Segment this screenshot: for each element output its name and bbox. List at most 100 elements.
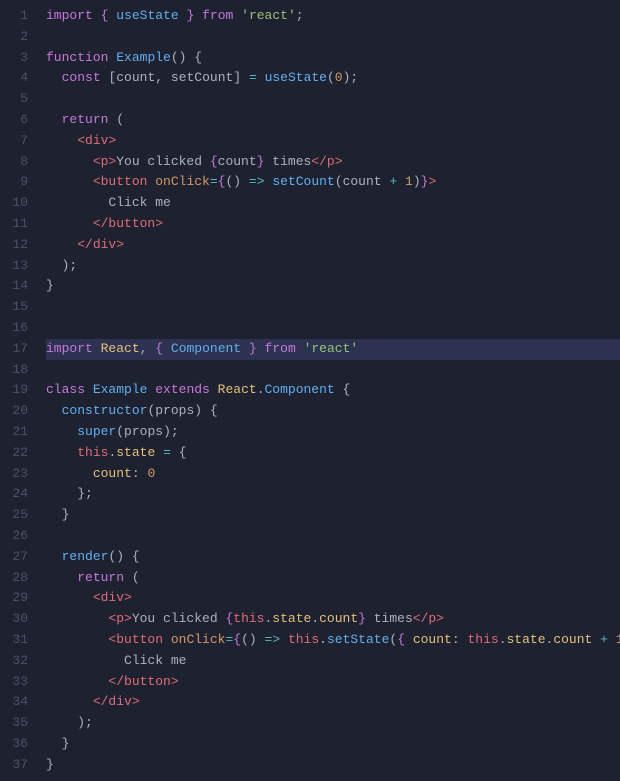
- plain-token: props: [124, 424, 163, 439]
- line-number: 21: [0, 422, 38, 443]
- punct-token: .: [319, 632, 327, 647]
- code-line: import { useState } from 'react';: [46, 6, 620, 27]
- brace-token: {: [397, 632, 405, 647]
- jsx-tag-token: <div>: [77, 133, 116, 148]
- code-line: [46, 526, 620, 547]
- plain-token: [46, 70, 62, 85]
- code-line: }: [46, 755, 620, 776]
- this-kw-token: this: [288, 632, 319, 647]
- plain-token: You clicked: [132, 611, 226, 626]
- code-line: function Example() {: [46, 48, 620, 69]
- line-number: 8: [0, 152, 38, 173]
- code-line: [46, 318, 620, 339]
- code-line: <p>You clicked {count} times</p>: [46, 152, 620, 173]
- line-number: 34: [0, 692, 38, 713]
- plain-token: [241, 70, 249, 85]
- semi-token: ;: [296, 8, 304, 23]
- code-line: Click me: [46, 193, 620, 214]
- plain-token: props: [155, 403, 194, 418]
- plain-token: }: [46, 757, 54, 772]
- plain-token: You clicked: [116, 154, 210, 169]
- state-prop-token: count: [553, 632, 592, 647]
- plain-token: [85, 382, 93, 397]
- fn-token: Example: [93, 382, 148, 397]
- line-number: 10: [0, 193, 38, 214]
- kw-token: import: [46, 341, 93, 356]
- code-line: );: [46, 713, 620, 734]
- plain-token: [46, 154, 93, 169]
- plain-token: {: [124, 549, 140, 564]
- line-number: 11: [0, 214, 38, 235]
- jsx-tag-token: <div>: [93, 590, 132, 605]
- plain-token: );: [46, 258, 77, 273]
- line-number: 6: [0, 110, 38, 131]
- colon-token: :: [452, 632, 460, 647]
- plain-token: [46, 174, 93, 189]
- state-prop-token: count: [413, 632, 452, 647]
- code-line: this.state = {: [46, 443, 620, 464]
- plain-token: [405, 632, 413, 647]
- paren-token: (: [327, 70, 335, 85]
- line-number: 33: [0, 672, 38, 693]
- jsx-tag-token: </button>: [108, 674, 178, 689]
- this-kw-token: this: [77, 445, 108, 460]
- code-line: render() {: [46, 547, 620, 568]
- brace-token: }: [249, 341, 257, 356]
- code-line: }: [46, 505, 620, 526]
- str-token: 'react': [304, 341, 359, 356]
- plain-token: [46, 133, 77, 148]
- plain-token: [46, 674, 108, 689]
- code-line: [46, 89, 620, 110]
- kw-token: return: [62, 112, 109, 127]
- plain-token: [257, 70, 265, 85]
- jsx-attr-token: onClick: [171, 632, 226, 647]
- jsx-tag-token: <button: [93, 174, 148, 189]
- line-number: 26: [0, 526, 38, 547]
- jsx-tag-token: <p>: [108, 611, 131, 626]
- jsx-attr-token: onClick: [155, 174, 210, 189]
- code-line: [46, 360, 620, 381]
- state-prop-token: state: [272, 611, 311, 626]
- line-number: 18: [0, 360, 38, 381]
- code-line: <p>You clicked {this.state.count} times<…: [46, 609, 620, 630]
- line-number: 20: [0, 401, 38, 422]
- fn-token: Component: [265, 382, 335, 397]
- code-line: <div>: [46, 588, 620, 609]
- code-line: }: [46, 734, 620, 755]
- plain-token: [46, 632, 108, 647]
- line-number: 37: [0, 755, 38, 776]
- num-token: 0: [335, 70, 343, 85]
- plain-token: times: [264, 154, 311, 169]
- line-number: 35: [0, 713, 38, 734]
- plain-token: {: [171, 445, 187, 460]
- brace-token: {: [233, 632, 241, 647]
- code-line: constructor(props) {: [46, 401, 620, 422]
- plain-token: (: [108, 112, 124, 127]
- kw-token: const: [62, 70, 101, 85]
- code-line: </button>: [46, 672, 620, 693]
- paren-token: ): [194, 403, 202, 418]
- line-number: 25: [0, 505, 38, 526]
- line-number: 28: [0, 568, 38, 589]
- plain-token: count: [343, 174, 390, 189]
- plain-token: [233, 8, 241, 23]
- code-content[interactable]: import { useState } from 'react'; functi…: [38, 0, 620, 781]
- line-number: 9: [0, 172, 38, 193]
- plain-token: Click me: [46, 195, 171, 210]
- fn-token: setCount: [272, 174, 334, 189]
- plain-token: [46, 403, 62, 418]
- plain-token: [46, 611, 108, 626]
- plain-token: [93, 8, 101, 23]
- arrow-token: =>: [249, 174, 265, 189]
- line-number: 16: [0, 318, 38, 339]
- code-line: super(props);: [46, 422, 620, 443]
- jsx-tag-token: </p>: [311, 154, 342, 169]
- super-fn-token: super: [77, 424, 116, 439]
- code-line: };: [46, 484, 620, 505]
- jsx-tag-token: </p>: [413, 611, 444, 626]
- jsx-tag-token: </div>: [77, 237, 124, 252]
- kw-token: class: [46, 382, 85, 397]
- line-number: 30: [0, 609, 38, 630]
- line-number: 23: [0, 464, 38, 485]
- react-name-token: React: [218, 382, 257, 397]
